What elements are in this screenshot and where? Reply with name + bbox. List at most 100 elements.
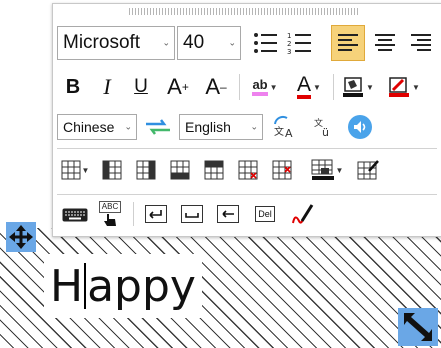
swap-languages-button[interactable] — [141, 113, 175, 141]
space-key-icon — [181, 205, 203, 223]
superscript-letter: A — [167, 74, 182, 99]
italic-label: I — [103, 74, 111, 99]
highlight-button[interactable]: ab ▼ — [245, 70, 285, 104]
target-language-value: English — [185, 119, 231, 135]
pen-color-icon — [389, 77, 410, 97]
spellcheck-button[interactable]: ABC — [95, 198, 125, 230]
chevron-down-icon: ▼ — [335, 165, 344, 175]
delete-column-icon — [238, 160, 258, 180]
translate-icon: 文 A — [274, 115, 293, 139]
align-center-icon — [375, 34, 395, 51]
speak-button[interactable] — [345, 112, 375, 142]
insert-column-right-button[interactable] — [131, 154, 161, 186]
chevron-down-icon: ⌄ — [250, 121, 258, 132]
chevron-down-icon: ⌄ — [162, 37, 170, 48]
bold-button[interactable]: B — [59, 70, 87, 104]
svg-text:A: A — [285, 127, 293, 139]
numbered-list-button[interactable]: 1 2 3 — [283, 26, 315, 60]
backspace-key-button[interactable] — [213, 200, 243, 228]
chevron-down-icon: ⌄ — [228, 37, 236, 48]
enter-key-button[interactable] — [141, 200, 171, 228]
translate-button[interactable]: 文 A — [269, 112, 299, 142]
virtual-keyboard-button[interactable] — [59, 200, 91, 230]
align-left-icon — [338, 34, 358, 51]
font-color-button[interactable]: A ▼ — [289, 70, 329, 104]
superscript-button[interactable]: A + — [161, 70, 195, 104]
table-fill-icon — [311, 159, 334, 180]
bulleted-list-button[interactable] — [249, 26, 281, 60]
align-center-button[interactable] — [369, 26, 401, 60]
superscript-mark: + — [181, 80, 189, 94]
svg-text:3: 3 — [287, 48, 291, 56]
delete-row-button[interactable] — [267, 154, 297, 186]
source-language-value: Chinese — [63, 119, 115, 135]
subscript-letter: A — [205, 74, 220, 99]
space-key-button[interactable] — [177, 200, 207, 228]
svg-text:2: 2 — [287, 40, 291, 48]
table-pen-icon — [357, 160, 379, 180]
row-divider — [57, 148, 437, 149]
underline-label: U — [134, 76, 148, 97]
text-before-caret: H — [50, 260, 84, 312]
paint-bucket-icon — [343, 77, 364, 97]
insert-row-above-button[interactable] — [199, 154, 229, 186]
spellcheck-label: ABC — [98, 201, 122, 213]
insert-column-left-button[interactable] — [97, 154, 127, 186]
subscript-button[interactable]: A – — [199, 70, 233, 104]
cell-fill-button[interactable]: ▼ — [303, 154, 351, 186]
chevron-down-icon: ⌄ — [124, 121, 132, 132]
italic-button[interactable]: I — [93, 70, 121, 104]
text-after-caret: appy — [87, 260, 196, 312]
handwriting-button[interactable] — [287, 198, 319, 230]
insert-table-button[interactable]: ▼ — [57, 154, 93, 186]
toolbar-panel: Microsoft ⌄ 40 ⌄ 1 2 3 B I U A + A – ab … — [52, 3, 441, 237]
border-color-button[interactable]: ▼ — [381, 70, 427, 104]
resize-handle[interactable] — [398, 308, 438, 346]
underline-button[interactable]: U — [127, 70, 155, 104]
align-left-button[interactable] — [331, 25, 365, 61]
toolbar-separator — [333, 74, 334, 100]
chevron-down-icon: ▼ — [81, 165, 90, 175]
panel-drag-grip[interactable] — [129, 8, 359, 15]
table-border-button[interactable] — [353, 154, 383, 186]
svg-text:文: 文 — [274, 125, 284, 138]
document-text[interactable]: Happy — [44, 254, 202, 318]
enter-key-icon — [145, 205, 167, 223]
move-arrows-icon — [9, 225, 33, 249]
speaker-icon — [348, 115, 372, 139]
chevron-down-icon: ▼ — [269, 82, 278, 92]
target-language-select[interactable]: English ⌄ — [179, 114, 263, 140]
table-icon — [61, 160, 81, 180]
font-family-select[interactable]: Microsoft ⌄ — [57, 26, 175, 60]
chevron-down-icon: ▼ — [313, 82, 321, 92]
move-handle[interactable] — [6, 222, 36, 252]
insert-column-left-icon — [102, 160, 122, 180]
chevron-down-icon: ▼ — [366, 82, 374, 92]
delete-key-label: Del — [255, 206, 275, 222]
text-caret — [84, 263, 87, 309]
font-size-select[interactable]: 40 ⌄ — [177, 26, 241, 60]
delete-column-button[interactable] — [233, 154, 263, 186]
subscript-mark: – — [220, 80, 227, 94]
transliterate-button[interactable]: 文 ü — [309, 112, 339, 142]
insert-row-below-button[interactable] — [165, 154, 195, 186]
toolbar-separator — [239, 74, 240, 100]
font-color-icon: A — [297, 74, 312, 99]
svg-text:1: 1 — [287, 32, 291, 40]
delete-row-icon — [272, 160, 292, 180]
bulleted-list-icon — [254, 33, 277, 53]
align-right-button[interactable] — [405, 26, 437, 60]
insert-row-below-icon — [170, 160, 190, 180]
fill-color-button[interactable]: ▼ — [337, 70, 379, 104]
swap-arrows-icon — [146, 119, 170, 135]
highlight-icon: ab — [252, 78, 268, 96]
pinyin-icon: 文 ü — [314, 117, 329, 139]
row-divider — [57, 194, 437, 195]
svg-text:ü: ü — [322, 126, 329, 139]
backspace-key-icon — [217, 205, 239, 223]
delete-key-button[interactable]: Del — [249, 200, 281, 228]
chevron-down-icon: ▼ — [412, 82, 420, 92]
source-language-select[interactable]: Chinese ⌄ — [57, 114, 137, 140]
font-family-value: Microsoft — [63, 32, 141, 53]
toolbar-separator — [133, 202, 134, 226]
